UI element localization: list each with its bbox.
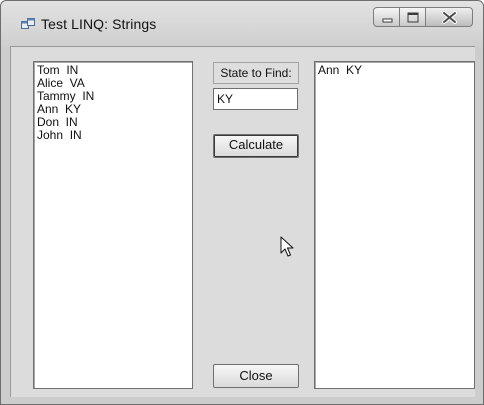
- result-listbox[interactable]: Ann KY: [314, 61, 475, 389]
- close-window-button[interactable]: [426, 7, 473, 27]
- minimize-button[interactable]: [373, 7, 400, 27]
- minimize-icon: [382, 18, 393, 23]
- state-input[interactable]: KY: [213, 88, 298, 110]
- window-title: Test LINQ: Strings: [41, 16, 157, 32]
- calculate-button[interactable]: Calculate: [213, 134, 299, 158]
- close-button[interactable]: Close: [213, 364, 299, 388]
- mouse-pointer-icon: [280, 236, 294, 263]
- list-item[interactable]: Ann KY: [318, 64, 471, 77]
- maximize-button[interactable]: [400, 7, 426, 27]
- maximize-icon: [407, 12, 419, 23]
- app-window-icon[interactable]: [21, 18, 35, 32]
- source-listbox[interactable]: Tom IN Alice VA Tammy IN Ann KY Don IN John I…: [33, 61, 193, 389]
- list-item[interactable]: John IN: [37, 129, 189, 142]
- app-window: Test LINQ: Strings Tom IN Alice VA Tammy…: [0, 0, 484, 405]
- state-to-find-label: State to Find:: [213, 62, 299, 84]
- caption-buttons: [373, 7, 473, 27]
- title-bar[interactable]: Test LINQ: Strings: [1, 1, 483, 46]
- close-icon: [442, 11, 457, 24]
